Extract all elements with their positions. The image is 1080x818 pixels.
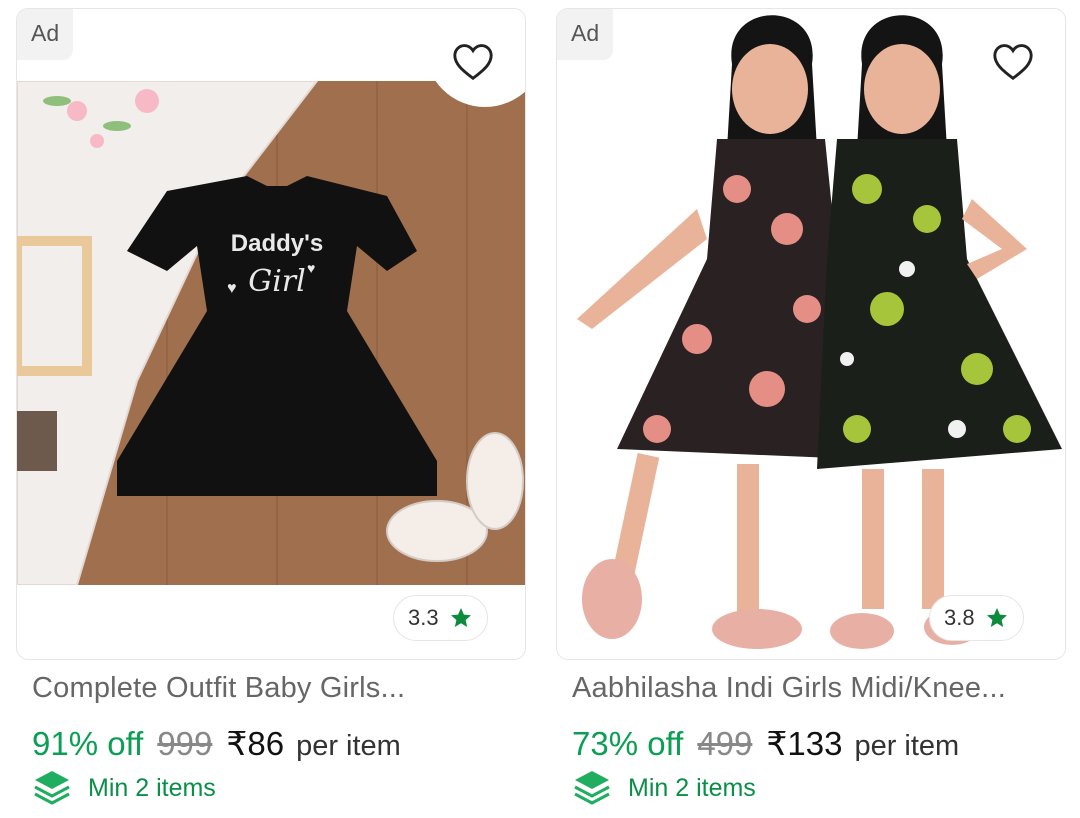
star-icon xyxy=(450,608,471,627)
product-image-1[interactable]: Daddy's Girl ♥ ♥ xyxy=(17,80,525,586)
svg-text:♥: ♥ xyxy=(307,260,315,276)
svg-text:♥: ♥ xyxy=(227,280,237,297)
min-quantity-label: Min 2 items xyxy=(628,773,756,802)
heart-outline-icon xyxy=(453,44,493,81)
min-quantity-label: Min 2 items xyxy=(88,773,216,802)
sale-price: ₹86 xyxy=(226,725,285,762)
heart-outline-icon xyxy=(993,44,1033,81)
rating-value: 3.3 xyxy=(408,605,439,630)
original-price: 499 xyxy=(697,725,753,762)
wishlist-button[interactable] xyxy=(423,9,525,107)
stack-layers-icon xyxy=(574,771,610,805)
rating-value: 3.8 xyxy=(944,605,975,630)
ad-badge: Ad xyxy=(17,9,74,60)
min-quantity-row: Min 2 items xyxy=(32,768,216,808)
ad-badge: Ad xyxy=(557,9,614,60)
sale-price: ₹133 xyxy=(766,725,843,762)
product-image-2[interactable] xyxy=(557,9,1065,659)
rating-badge: 3.8 xyxy=(929,595,1024,641)
price-row: 91% off 999 ₹86 per item xyxy=(32,724,401,763)
wishlist-button[interactable] xyxy=(963,17,1053,105)
discount-percent: 91% off xyxy=(32,725,144,762)
star-icon xyxy=(986,608,1007,627)
price-row: 73% off 499 ₹133 per item xyxy=(572,724,959,763)
per-unit-label: per item xyxy=(296,730,401,762)
discount-percent: 73% off xyxy=(572,725,684,762)
rating-badge: 3.3 xyxy=(393,595,488,641)
stack-layers-icon xyxy=(34,771,70,805)
product-card-1[interactable]: Daddy's Girl ♥ ♥ Ad 3.3 xyxy=(16,8,526,660)
product-title[interactable]: Complete Outfit Baby Girls... xyxy=(32,672,405,705)
min-quantity-row: Min 2 items xyxy=(572,768,756,808)
original-price: 999 xyxy=(157,725,213,762)
product-card-2[interactable]: Ad 3.8 xyxy=(556,8,1066,660)
product-title[interactable]: Aabhilasha Indi Girls Midi/Knee... xyxy=(572,672,1006,705)
print-text-bottom: Girl xyxy=(248,264,306,299)
print-text-top: Daddy's xyxy=(231,230,323,257)
per-unit-label: per item xyxy=(854,730,960,762)
